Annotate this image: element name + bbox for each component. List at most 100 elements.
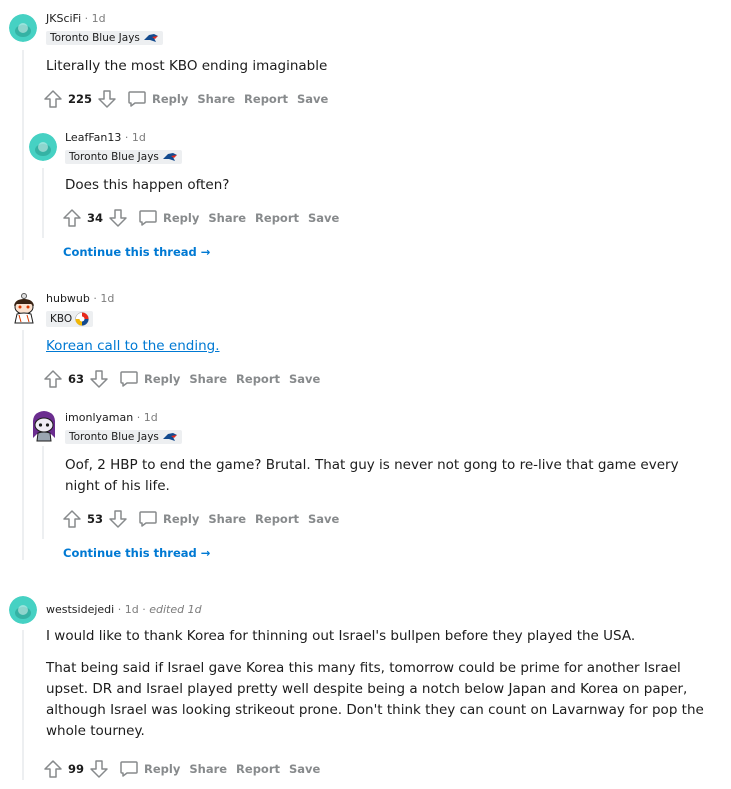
share-button[interactable]: Share [189, 370, 227, 388]
save-button[interactable]: Save [289, 760, 320, 778]
comment-bubble-icon [120, 371, 138, 387]
user-flair: Toronto Blue Jays [65, 150, 182, 164]
thread-line[interactable] [22, 330, 24, 560]
comment-body: Literally the most KBO ending imaginable [46, 58, 328, 74]
flair-label: Toronto Blue Jays [69, 151, 159, 163]
comment-actions: 225 Reply Share Report Save [43, 89, 328, 109]
flair-label: Toronto Blue Jays [50, 32, 140, 44]
downvote-icon[interactable] [108, 208, 128, 228]
blue-jays-logo-icon [162, 433, 177, 441]
custom-snoo-avatar-icon [14, 293, 34, 324]
username[interactable]: LeafFan13 [65, 131, 121, 144]
arrow-right-icon: → [200, 546, 211, 560]
user-flair: Toronto Blue Jays [65, 430, 182, 444]
comment-bubble-icon [120, 761, 138, 777]
save-button[interactable]: Save [308, 510, 339, 528]
thread-line[interactable] [22, 630, 24, 780]
username[interactable]: JKSciFi [46, 12, 81, 25]
downvote-icon[interactable] [89, 369, 109, 389]
continue-thread-link[interactable]: Continue this thread → [63, 245, 210, 259]
comment-actions: 63 Reply Share Report Save [43, 369, 320, 389]
continue-thread-label: Continue this thread [63, 245, 197, 259]
reply-button[interactable]: Reply [119, 760, 180, 778]
report-button[interactable]: Report [236, 370, 280, 388]
share-button[interactable]: Share [197, 90, 235, 108]
downvote-icon[interactable] [89, 759, 109, 779]
user-flair: Toronto Blue Jays [46, 31, 163, 45]
avatar[interactable] [9, 14, 37, 42]
report-button[interactable]: Report [255, 510, 299, 528]
reply-label: Reply [163, 211, 200, 225]
comment-actions: 99 Reply Share Report Save [43, 759, 320, 779]
report-button[interactable]: Report [255, 209, 299, 227]
report-button[interactable]: Report [244, 90, 288, 108]
reply-button[interactable]: Reply [138, 209, 199, 227]
upvote-icon[interactable] [62, 208, 82, 228]
username[interactable]: westsidejedi [46, 603, 114, 616]
vote-count: 53 [87, 512, 104, 526]
flair-label: KBO [50, 313, 73, 325]
share-button[interactable]: Share [208, 510, 246, 528]
downvote-icon[interactable] [97, 89, 117, 109]
thread-line[interactable] [42, 446, 44, 539]
save-button[interactable]: Save [289, 370, 320, 388]
snoo-avatar-icon [29, 133, 57, 161]
timestamp[interactable]: 1d [144, 411, 158, 424]
comment-body: Korean call to the ending. [46, 336, 220, 357]
flair-label: Toronto Blue Jays [69, 431, 159, 443]
timestamp[interactable]: 1d [92, 12, 106, 25]
avatar[interactable] [29, 408, 57, 442]
avatar[interactable] [9, 596, 37, 624]
reply-label: Reply [163, 512, 200, 526]
timestamp[interactable]: 1d [132, 131, 146, 144]
comment-body: Oof, 2 HBP to end the game? Brutal. That… [65, 457, 679, 494]
avatar[interactable] [9, 292, 37, 324]
comment-bubble-icon [128, 91, 146, 107]
vote-count: 225 [68, 92, 93, 106]
username[interactable]: imonlyaman [65, 411, 133, 424]
reply-label: Reply [144, 372, 181, 386]
share-button[interactable]: Share [189, 760, 227, 778]
blue-jays-logo-icon [162, 153, 177, 161]
avatar[interactable] [29, 133, 57, 161]
reply-label: Reply [152, 92, 189, 106]
continue-thread-link[interactable]: Continue this thread → [63, 546, 210, 560]
blue-jays-logo-icon [143, 34, 158, 42]
snoo-avatar-icon [9, 14, 37, 42]
continue-thread-label: Continue this thread [63, 546, 197, 560]
upvote-icon[interactable] [43, 89, 63, 109]
user-flair: KBO [46, 311, 94, 327]
username[interactable]: hubwub [46, 292, 90, 305]
upvote-icon[interactable] [43, 369, 63, 389]
edited-label: edited 1d [149, 603, 202, 616]
comment-link[interactable]: Korean call to the ending. [46, 338, 220, 354]
vote-count: 63 [68, 372, 85, 386]
save-button[interactable]: Save [297, 90, 328, 108]
save-button[interactable]: Save [308, 209, 339, 227]
reply-button[interactable]: Reply [138, 510, 199, 528]
comment-bubble-icon [139, 210, 157, 226]
downvote-icon[interactable] [108, 509, 128, 529]
vote-count: 34 [87, 211, 104, 225]
share-button[interactable]: Share [208, 209, 246, 227]
vote-count: 99 [68, 762, 85, 776]
timestamp[interactable]: 1d [100, 292, 114, 305]
comment-paragraph: That being said if Israel gave Korea thi… [46, 660, 704, 739]
custom-snoo-avatar-icon [32, 411, 56, 442]
upvote-icon[interactable] [62, 509, 82, 529]
thread-line[interactable] [22, 50, 24, 260]
thread-line[interactable] [42, 168, 44, 238]
timestamp[interactable]: 1d [125, 603, 139, 616]
comment-body: Does this happen often? [65, 177, 230, 193]
reply-label: Reply [144, 762, 181, 776]
snoo-avatar-icon [9, 596, 37, 624]
reply-button[interactable]: Reply [119, 370, 180, 388]
report-button[interactable]: Report [236, 760, 280, 778]
kbo-logo-icon [75, 312, 89, 326]
comment-actions: 53 Reply Share Report Save [62, 509, 339, 529]
comment-paragraph: I would like to thank Korea for thinning… [46, 628, 636, 644]
arrow-right-icon: → [200, 245, 211, 259]
comment-body: I would like to thank Korea for thinning… [46, 626, 706, 742]
reply-button[interactable]: Reply [127, 90, 188, 108]
upvote-icon[interactable] [43, 759, 63, 779]
